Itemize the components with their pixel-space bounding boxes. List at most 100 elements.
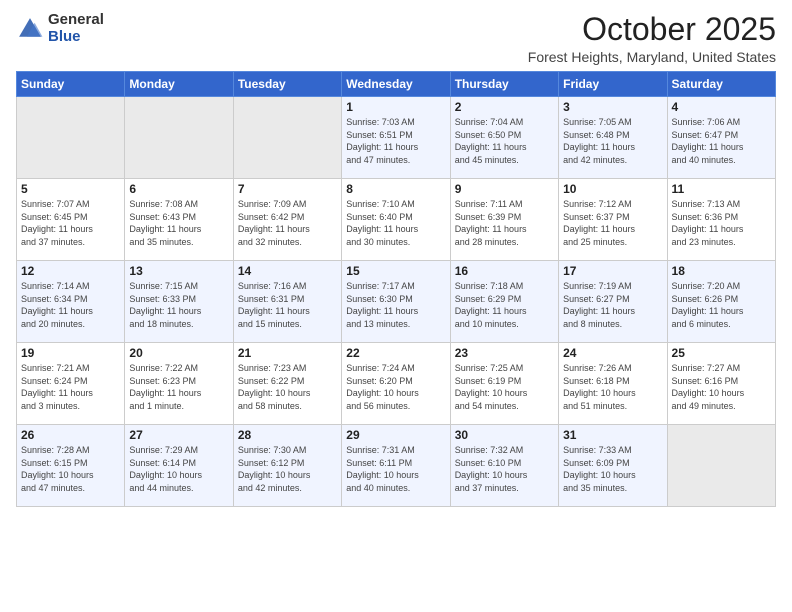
day-number: 23 <box>455 346 554 360</box>
day-info: Sunrise: 7:30 AM Sunset: 6:12 PM Dayligh… <box>238 444 337 494</box>
calendar-cell: 9Sunrise: 7:11 AM Sunset: 6:39 PM Daylig… <box>450 179 558 261</box>
calendar-cell: 8 Sunrise: 7:10 AM Sunset: 6:40 PM Daylig… <box>342 179 450 261</box>
day-number: 18 <box>672 264 771 278</box>
logo-blue-label: Blue <box>48 29 104 46</box>
calendar-week-row: 26 Sunrise: 7:28 AM Sunset: 6:15 PM Dayli… <box>17 425 776 507</box>
day-info: Sunrise: 7:14 AM Sunset: 6:34 PM Dayligh… <box>21 280 120 330</box>
day-info: Sunrise: 7:20 AM Sunset: 6:26 PM Dayligh… <box>672 280 771 330</box>
calendar-cell: 2 Sunrise: 7:04 AM Sunset: 6:50 PM Daylig… <box>450 97 558 179</box>
calendar-cell: 21 Sunrise: 7:23 AM Sunset: 6:22 PM Dayli… <box>233 343 341 425</box>
day-info: Sunrise: 7:04 AM Sunset: 6:50 PM Dayligh… <box>455 116 554 166</box>
logo: General Blue <box>16 12 104 45</box>
calendar-cell: 16Sunrise: 7:18 AM Sunset: 6:29 PM Dayli… <box>450 261 558 343</box>
day-number: 29 <box>346 428 445 442</box>
day-number: 15 <box>346 264 445 278</box>
calendar-cell: 24Sunrise: 7:26 AM Sunset: 6:18 PM Dayli… <box>559 343 667 425</box>
day-number: 10 <box>563 182 662 196</box>
day-info: Sunrise: 7:07 AM Sunset: 6:45 PM Dayligh… <box>21 198 120 248</box>
calendar-cell: 7 Sunrise: 7:09 AM Sunset: 6:42 PM Daylig… <box>233 179 341 261</box>
calendar-cell <box>667 425 775 507</box>
calendar-cell: 18 Sunrise: 7:20 AM Sunset: 6:26 PM Dayli… <box>667 261 775 343</box>
calendar-cell: 17 Sunrise: 7:19 AM Sunset: 6:27 PM Dayli… <box>559 261 667 343</box>
calendar-cell: 1 Sunrise: 7:03 AM Sunset: 6:51 PM Daylig… <box>342 97 450 179</box>
weekday-header-wednesday: Wednesday <box>342 72 450 97</box>
calendar-week-row: 12 Sunrise: 7:14 AM Sunset: 6:34 PM Dayli… <box>17 261 776 343</box>
day-number: 25 <box>672 346 771 360</box>
calendar-cell <box>17 97 125 179</box>
day-number: 14 <box>238 264 337 278</box>
calendar-cell: 23 Sunrise: 7:25 AM Sunset: 6:19 PM Dayli… <box>450 343 558 425</box>
day-info: Sunrise: 7:15 AM Sunset: 6:33 PM Dayligh… <box>129 280 228 330</box>
calendar-cell: 13Sunrise: 7:15 AM Sunset: 6:33 PM Dayli… <box>125 261 233 343</box>
day-info: Sunrise: 7:33 AM Sunset: 6:09 PM Dayligh… <box>563 444 662 494</box>
calendar-cell: 15Sunrise: 7:17 AM Sunset: 6:30 PM Dayli… <box>342 261 450 343</box>
day-info: Sunrise: 7:25 AM Sunset: 6:19 PM Dayligh… <box>455 362 554 412</box>
day-info: Sunrise: 7:19 AM Sunset: 6:27 PM Dayligh… <box>563 280 662 330</box>
calendar-cell: 6 Sunrise: 7:08 AM Sunset: 6:43 PM Daylig… <box>125 179 233 261</box>
calendar-week-row: 1 Sunrise: 7:03 AM Sunset: 6:51 PM Daylig… <box>17 97 776 179</box>
day-info: Sunrise: 7:05 AM Sunset: 6:48 PM Dayligh… <box>563 116 662 166</box>
day-info: Sunrise: 7:32 AM Sunset: 6:10 PM Dayligh… <box>455 444 554 494</box>
title-block: October 2025 Forest Heights, Maryland, U… <box>528 12 776 65</box>
day-info: Sunrise: 7:22 AM Sunset: 6:23 PM Dayligh… <box>129 362 228 412</box>
day-info: Sunrise: 7:28 AM Sunset: 6:15 PM Dayligh… <box>21 444 120 494</box>
day-number: 1 <box>346 100 445 114</box>
day-info: Sunrise: 7:23 AM Sunset: 6:22 PM Dayligh… <box>238 362 337 412</box>
calendar-cell: 14 Sunrise: 7:16 AM Sunset: 6:31 PM Dayli… <box>233 261 341 343</box>
day-number: 12 <box>21 264 120 278</box>
calendar-cell: 22Sunrise: 7:24 AM Sunset: 6:20 PM Dayli… <box>342 343 450 425</box>
calendar-cell <box>233 97 341 179</box>
logo-text: General Blue <box>48 12 104 45</box>
main-title: October 2025 <box>528 12 776 47</box>
calendar-cell: 20 Sunrise: 7:22 AM Sunset: 6:23 PM Dayli… <box>125 343 233 425</box>
weekday-header-thursday: Thursday <box>450 72 558 97</box>
calendar-week-row: 19 Sunrise: 7:21 AM Sunset: 6:24 PM Dayli… <box>17 343 776 425</box>
day-info: Sunrise: 7:06 AM Sunset: 6:47 PM Dayligh… <box>672 116 771 166</box>
header: General Blue October 2025 Forest Heights… <box>16 12 776 65</box>
day-info: Sunrise: 7:27 AM Sunset: 6:16 PM Dayligh… <box>672 362 771 412</box>
page: General Blue October 2025 Forest Heights… <box>0 0 792 612</box>
day-number: 21 <box>238 346 337 360</box>
day-info: Sunrise: 7:08 AM Sunset: 6:43 PM Dayligh… <box>129 198 228 248</box>
calendar-cell: 29 Sunrise: 7:31 AM Sunset: 6:11 PM Dayli… <box>342 425 450 507</box>
day-number: 30 <box>455 428 554 442</box>
calendar-cell: 3Sunrise: 7:05 AM Sunset: 6:48 PM Daylig… <box>559 97 667 179</box>
calendar-week-row: 5 Sunrise: 7:07 AM Sunset: 6:45 PM Daylig… <box>17 179 776 261</box>
calendar-cell: 10 Sunrise: 7:12 AM Sunset: 6:37 PM Dayli… <box>559 179 667 261</box>
weekday-header-friday: Friday <box>559 72 667 97</box>
day-number: 4 <box>672 100 771 114</box>
day-number: 24 <box>563 346 662 360</box>
day-info: Sunrise: 7:21 AM Sunset: 6:24 PM Dayligh… <box>21 362 120 412</box>
day-number: 31 <box>563 428 662 442</box>
day-info: Sunrise: 7:03 AM Sunset: 6:51 PM Dayligh… <box>346 116 445 166</box>
day-info: Sunrise: 7:12 AM Sunset: 6:37 PM Dayligh… <box>563 198 662 248</box>
day-number: 27 <box>129 428 228 442</box>
day-number: 20 <box>129 346 228 360</box>
day-number: 26 <box>21 428 120 442</box>
day-number: 17 <box>563 264 662 278</box>
calendar-cell: 19 Sunrise: 7:21 AM Sunset: 6:24 PM Dayli… <box>17 343 125 425</box>
day-info: Sunrise: 7:31 AM Sunset: 6:11 PM Dayligh… <box>346 444 445 494</box>
day-info: Sunrise: 7:09 AM Sunset: 6:42 PM Dayligh… <box>238 198 337 248</box>
day-info: Sunrise: 7:24 AM Sunset: 6:20 PM Dayligh… <box>346 362 445 412</box>
day-info: Sunrise: 7:10 AM Sunset: 6:40 PM Dayligh… <box>346 198 445 248</box>
day-info: Sunrise: 7:16 AM Sunset: 6:31 PM Dayligh… <box>238 280 337 330</box>
day-number: 28 <box>238 428 337 442</box>
day-number: 9 <box>455 182 554 196</box>
calendar-cell: 31 Sunrise: 7:33 AM Sunset: 6:09 PM Dayli… <box>559 425 667 507</box>
day-number: 5 <box>21 182 120 196</box>
calendar-table: SundayMondayTuesdayWednesdayThursdayFrid… <box>16 71 776 507</box>
calendar-cell: 28 Sunrise: 7:30 AM Sunset: 6:12 PM Dayli… <box>233 425 341 507</box>
day-number: 16 <box>455 264 554 278</box>
day-number: 8 <box>346 182 445 196</box>
calendar-cell: 5 Sunrise: 7:07 AM Sunset: 6:45 PM Daylig… <box>17 179 125 261</box>
weekday-header-sunday: Sunday <box>17 72 125 97</box>
day-number: 2 <box>455 100 554 114</box>
subtitle: Forest Heights, Maryland, United States <box>528 49 776 65</box>
calendar-cell: 27Sunrise: 7:29 AM Sunset: 6:14 PM Dayli… <box>125 425 233 507</box>
day-number: 7 <box>238 182 337 196</box>
day-info: Sunrise: 7:13 AM Sunset: 6:36 PM Dayligh… <box>672 198 771 248</box>
day-number: 6 <box>129 182 228 196</box>
weekday-header-monday: Monday <box>125 72 233 97</box>
day-number: 19 <box>21 346 120 360</box>
